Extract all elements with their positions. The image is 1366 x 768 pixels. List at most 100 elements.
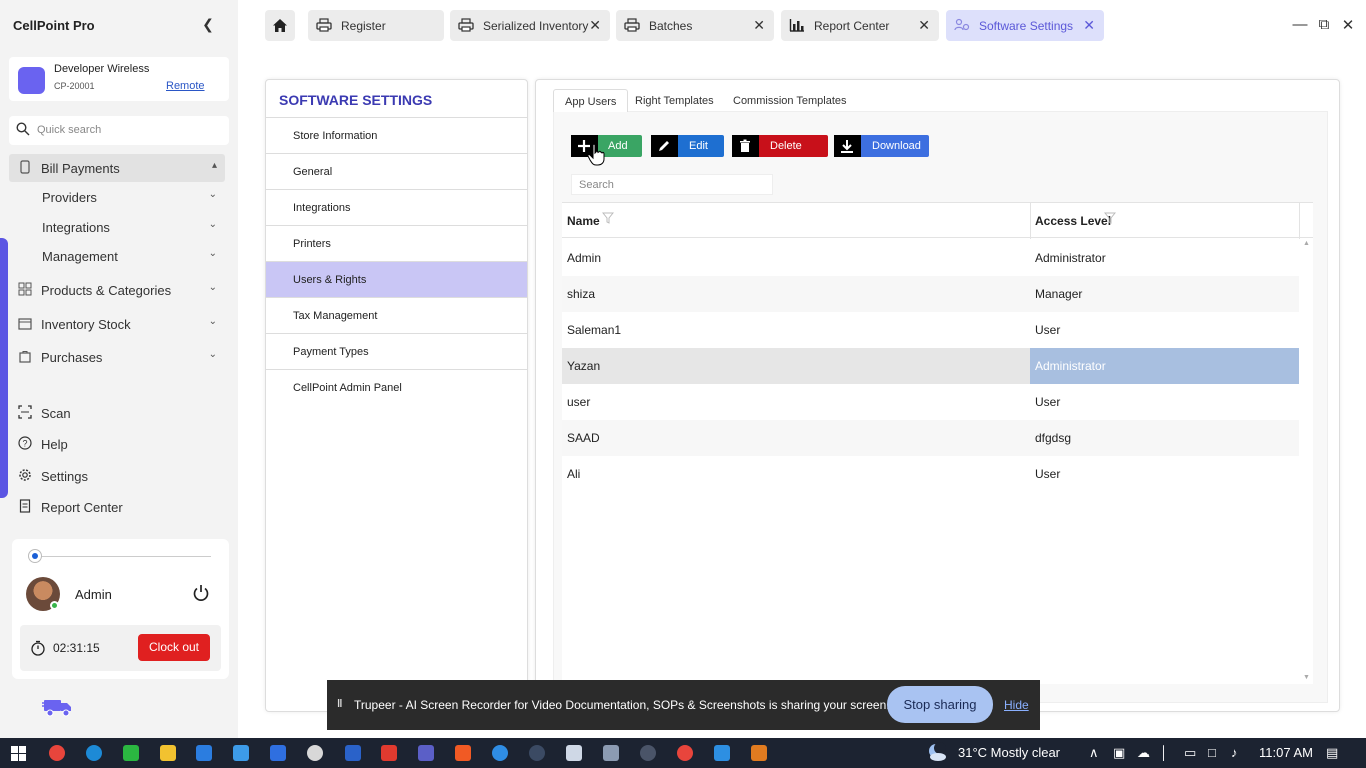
menu-payment-types[interactable]: Payment Types xyxy=(266,333,527,369)
store-icon[interactable] xyxy=(196,745,212,761)
table-row[interactable]: shiza Manager xyxy=(562,276,1299,312)
chrome-icon[interactable] xyxy=(677,745,693,761)
menu-printers[interactable]: Printers xyxy=(266,225,527,261)
app-icon[interactable] xyxy=(233,745,249,761)
table-row[interactable]: Saleman1 User xyxy=(562,312,1299,348)
tab-app-users[interactable]: App Users xyxy=(553,89,629,112)
microphone-icon[interactable]: │ xyxy=(1160,745,1168,760)
table-row[interactable]: Admin Administrator xyxy=(562,240,1299,276)
hide-banner-link[interactable]: Hide xyxy=(1004,698,1029,712)
app-icon[interactable] xyxy=(345,745,361,761)
close-icon[interactable]: ✕ xyxy=(753,17,765,34)
table-row[interactable]: SAAD dfgdsg xyxy=(562,420,1299,456)
quick-search-input[interactable]: Quick search xyxy=(9,116,229,145)
power-icon[interactable] xyxy=(191,583,211,603)
scroll-down-arrow-icon[interactable]: ▼ xyxy=(1303,674,1310,681)
add-button[interactable]: Add xyxy=(571,135,642,157)
menu-general[interactable]: General xyxy=(266,153,527,189)
filter-icon[interactable] xyxy=(1104,212,1116,224)
nav-integrations[interactable]: Integrations ⌄ xyxy=(9,213,225,241)
clock-out-button[interactable]: Clock out xyxy=(138,634,210,661)
menu-integrations[interactable]: Integrations xyxy=(266,189,527,225)
file-explorer-icon[interactable] xyxy=(160,745,176,761)
home-tab[interactable] xyxy=(265,10,295,41)
chevron-down-icon: ⌄ xyxy=(208,349,217,360)
app-icon[interactable] xyxy=(640,745,656,761)
brave-icon[interactable] xyxy=(455,745,471,761)
table-row[interactable]: Ali User xyxy=(562,456,1299,492)
nav-scan[interactable]: Scan xyxy=(9,399,225,427)
onedrive-icon[interactable]: ☁ xyxy=(1137,745,1150,761)
filter-icon[interactable] xyxy=(602,212,614,224)
collapse-sidebar-button[interactable]: ❮ xyxy=(200,16,216,34)
app-icon[interactable] xyxy=(270,745,286,761)
nav-management[interactable]: Management ⌄ xyxy=(9,242,225,270)
teams-icon[interactable] xyxy=(418,745,434,761)
chevron-up-icon[interactable]: ∧ xyxy=(1089,745,1099,761)
stop-sharing-button[interactable]: Stop sharing xyxy=(887,686,993,723)
edit-button[interactable]: Edit xyxy=(651,135,724,157)
app-icon[interactable] xyxy=(751,745,767,761)
table-row-selected[interactable]: Yazan Administrator xyxy=(562,348,1299,384)
status-slider-knob[interactable] xyxy=(28,549,42,563)
whatsapp-icon[interactable] xyxy=(123,745,139,761)
store-card[interactable]: Developer Wireless CP-20001 Remote xyxy=(9,57,229,101)
tray-app-icon[interactable]: ▣ xyxy=(1113,745,1125,761)
delivery-truck-icon[interactable] xyxy=(42,696,74,718)
close-icon[interactable]: ✕ xyxy=(1083,17,1095,34)
menu-admin-panel[interactable]: CellPoint Admin Panel xyxy=(266,369,527,405)
tab-commission-templates[interactable]: Commission Templates xyxy=(722,89,858,112)
tab-software-settings[interactable]: Software Settings ✕ xyxy=(946,10,1104,41)
tab-report-center[interactable]: Report Center ✕ xyxy=(781,10,939,41)
svg-text:?: ? xyxy=(22,439,27,449)
close-icon[interactable]: ✕ xyxy=(918,17,930,34)
edge-icon[interactable] xyxy=(86,745,102,761)
nav-products-categories[interactable]: Products & Categories ⌄ xyxy=(9,276,225,304)
remote-link[interactable]: Remote xyxy=(166,80,205,92)
minimize-icon[interactable]: — xyxy=(1292,16,1308,33)
volume-icon[interactable]: ♪ xyxy=(1231,745,1238,760)
app-icon[interactable] xyxy=(307,745,323,761)
notifications-icon[interactable]: ▤ xyxy=(1326,745,1338,761)
menu-store-information[interactable]: Store Information xyxy=(266,117,527,153)
weather-text[interactable]: 31°C Mostly clear xyxy=(958,745,1060,760)
column-name-header[interactable]: Name xyxy=(562,203,1030,239)
chrome-icon[interactable] xyxy=(49,745,65,761)
calculator-icon[interactable] xyxy=(603,745,619,761)
users-search-input[interactable]: Search xyxy=(571,174,773,195)
nav-bill-payments[interactable]: Bill Payments ▴ xyxy=(9,154,225,182)
app-icon[interactable] xyxy=(529,745,545,761)
menu-tax-management[interactable]: Tax Management xyxy=(266,297,527,333)
tab-register[interactable]: Register xyxy=(308,10,444,41)
battery-icon[interactable]: ▭ xyxy=(1184,745,1196,761)
nav-help[interactable]: ? Help xyxy=(9,430,225,458)
photos-icon[interactable] xyxy=(714,745,730,761)
table-row[interactable]: user User xyxy=(562,384,1299,420)
scroll-up-arrow-icon[interactable]: ▲ xyxy=(1303,240,1310,247)
restore-icon[interactable]: ⧉ xyxy=(1316,16,1332,33)
tab-right-templates[interactable]: Right Templates xyxy=(624,89,725,112)
clock-time[interactable]: 11:07 AM xyxy=(1259,745,1313,760)
nav-settings-label: Settings xyxy=(41,469,88,484)
notepad-icon[interactable] xyxy=(566,745,582,761)
tab-serialized-inventory[interactable]: Serialized Inventory ✕ xyxy=(450,10,610,41)
nav-report-center[interactable]: Report Center xyxy=(9,493,225,521)
download-button[interactable]: Download xyxy=(834,135,929,157)
close-icon[interactable]: ✕ xyxy=(589,17,601,34)
status-slider-track[interactable] xyxy=(36,556,211,557)
nav-providers[interactable]: Providers ⌄ xyxy=(9,183,225,211)
nav-settings[interactable]: Settings xyxy=(9,462,225,490)
app-icon[interactable] xyxy=(381,745,397,761)
nav-purchases[interactable]: Purchases ⌄ xyxy=(9,343,225,371)
column-access-header[interactable]: Access Level xyxy=(1030,203,1299,239)
windows-start-icon[interactable] xyxy=(11,746,26,761)
tab-batches[interactable]: Batches ✕ xyxy=(616,10,774,41)
nav-inventory-stock[interactable]: Inventory Stock ⌄ xyxy=(9,310,225,338)
delete-button[interactable]: Delete xyxy=(732,135,828,157)
close-window-icon[interactable]: ✕ xyxy=(1340,16,1356,34)
network-icon[interactable]: □ xyxy=(1208,745,1216,760)
app-icon[interactable] xyxy=(492,745,508,761)
pause-icon[interactable]: ‖ xyxy=(337,698,342,710)
selected-cell[interactable]: Administrator xyxy=(1030,348,1299,384)
menu-users-rights[interactable]: Users & Rights xyxy=(266,261,527,297)
